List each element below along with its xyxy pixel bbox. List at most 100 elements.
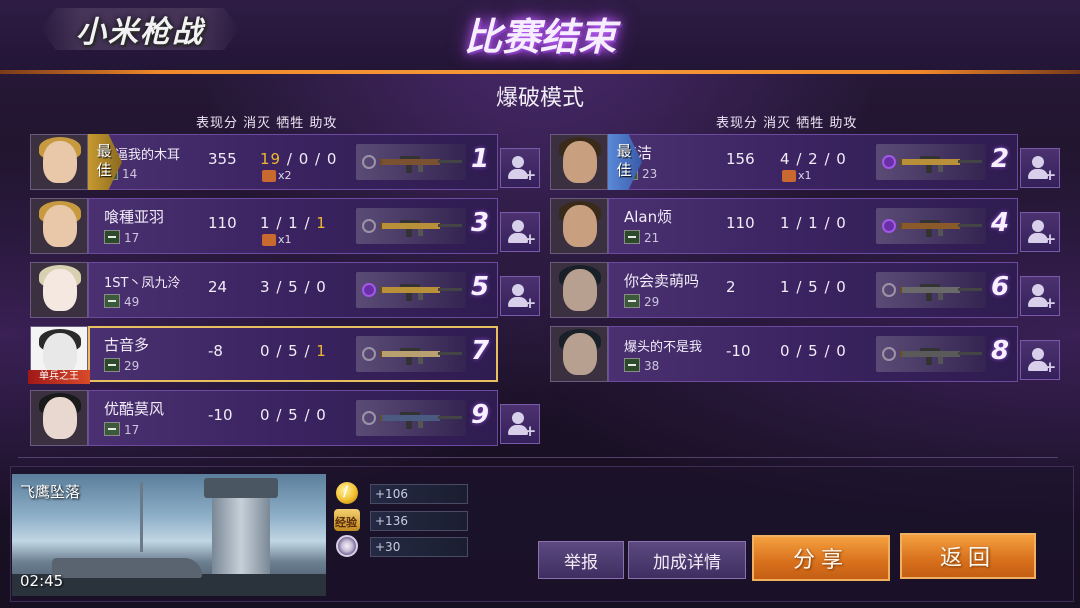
performance-score: -8 — [208, 342, 223, 360]
back-button[interactable]: 返回 — [900, 533, 1036, 579]
weapon-slot — [876, 272, 986, 308]
honor-medal-icon — [336, 535, 358, 557]
rank-position: 5 — [470, 272, 490, 302]
honor-reward-value: +30 — [370, 537, 468, 557]
rank-position: 6 — [990, 272, 1010, 302]
player-row[interactable]: 最佳 你逼我的木耳 14 355 19 / 0 / 0 x2 1 + — [30, 134, 550, 190]
add-friend-button[interactable]: + — [500, 148, 540, 188]
avatar-face — [43, 141, 77, 183]
left-column-headers: 表现分 消灭 牺牲 助攻 — [196, 116, 338, 131]
rank-badge-icon — [104, 358, 120, 372]
performance-score: 355 — [208, 150, 237, 168]
plus-icon: + — [1043, 294, 1057, 312]
performance-score: 24 — [208, 278, 228, 296]
user-icon — [1032, 348, 1044, 360]
report-button[interactable]: 举报 — [538, 541, 624, 579]
weapon-slot — [876, 336, 986, 372]
rifle-icon — [900, 284, 982, 301]
kda-stats: 19 / 0 / 0 — [260, 150, 338, 168]
plus-icon: + — [1043, 358, 1057, 376]
add-friend-button[interactable]: + — [500, 276, 540, 316]
weapon-slot — [356, 272, 466, 308]
user-icon — [512, 156, 524, 168]
rank-number: 14 — [122, 167, 138, 181]
player-avatar[interactable] — [550, 262, 608, 318]
player-name: Alan烦 — [624, 208, 673, 226]
plus-icon: + — [1043, 166, 1057, 184]
avatar-face — [43, 269, 77, 311]
rank-number: 17 — [124, 423, 140, 437]
user-icon — [512, 284, 524, 296]
player-row[interactable]: 爆头的不是我 38 -10 0 / 5 / 0 8 + — [550, 326, 1070, 382]
medal-count: x1 — [798, 169, 812, 182]
add-friend-button[interactable]: + — [500, 404, 540, 444]
player-row[interactable]: 最佳铭洁231564 / 2 / 0x12+ — [550, 134, 1070, 190]
control-tower-top — [204, 478, 278, 498]
medal-count: x2 — [278, 169, 292, 182]
user-icon — [512, 412, 524, 424]
player-avatar[interactable] — [550, 198, 608, 254]
player-row[interactable]: 古音多 29 -8 0 / 5 / 1 7 单兵之王 — [28, 326, 550, 384]
player-row[interactable]: Alan烦 21 110 1 / 1 / 0 4 + — [550, 198, 1070, 254]
rank-position: 7 — [470, 336, 490, 366]
weapon-slot — [356, 400, 466, 436]
exp-badge-icon: 经验 — [334, 509, 360, 531]
rank-number: 23 — [642, 167, 658, 181]
purple-gem-icon — [882, 219, 896, 233]
avatar-face — [563, 141, 597, 183]
rank-badge-icon — [624, 294, 640, 308]
add-friend-button[interactable]: + — [1020, 212, 1060, 252]
rank-position: 9 — [470, 400, 490, 430]
player-avatar[interactable] — [30, 198, 88, 254]
gear-icon — [882, 347, 896, 361]
player-row[interactable]: 喰種亚羽 17 110 1 / 1 / 1 x1 3 + — [30, 198, 550, 254]
avatar-face — [563, 205, 597, 247]
weapon-slot — [876, 208, 986, 244]
add-friend-button[interactable]: + — [1020, 340, 1060, 380]
performance-score: 110 — [208, 214, 237, 232]
rank-position: 2 — [990, 144, 1010, 174]
share-button[interactable]: 分享 — [752, 535, 890, 581]
player-avatar[interactable] — [30, 134, 88, 190]
rank-badge-icon — [624, 358, 640, 372]
avatar-face — [563, 269, 597, 311]
rank-number: 38 — [644, 359, 660, 373]
kda-stats: 1 / 1 / 1 — [260, 214, 327, 232]
plus-icon: + — [523, 166, 537, 184]
match-time: 02:45 — [20, 572, 64, 590]
player-row[interactable]: 1ST丶凤九泠 49 24 3 / 5 / 0 5 + — [30, 262, 550, 318]
weapon-slot — [356, 336, 466, 372]
player-row[interactable]: 你会卖萌吗 29 2 1 / 5 / 0 6 + — [550, 262, 1070, 318]
add-friend-button[interactable]: + — [1020, 148, 1060, 188]
gear-icon — [362, 347, 376, 361]
kill-medal-icon — [262, 234, 276, 246]
kda-stats: 1 / 1 / 0 — [780, 214, 847, 232]
add-friend-button[interactable]: + — [500, 212, 540, 252]
rank-number: 21 — [644, 231, 660, 245]
control-tower — [212, 484, 270, 584]
kda-stats: 3 / 5 / 0 — [260, 278, 327, 296]
rank-badge-icon — [104, 422, 120, 436]
game-logo: 小米枪战 — [40, 8, 240, 50]
section-divider — [18, 457, 1058, 458]
purple-gem-icon — [362, 283, 376, 297]
plus-icon: + — [523, 422, 537, 440]
add-friend-button[interactable]: + — [1020, 276, 1060, 316]
kill-medal-icon — [782, 170, 796, 182]
player-avatar[interactable] — [550, 326, 608, 382]
gear-icon — [362, 155, 376, 169]
kda-stats: 0 / 5 / 0 — [780, 342, 847, 360]
rifle-icon — [380, 220, 462, 237]
radio-mast — [140, 482, 143, 552]
player-avatar[interactable] — [30, 262, 88, 318]
kda-stats: 0 / 5 / 0 — [260, 406, 327, 424]
kda-stats: 4 / 2 / 0 — [780, 150, 847, 168]
player-avatar[interactable] — [550, 134, 608, 190]
player-row[interactable]: 优酷莫风 17 -10 0 / 5 / 0 9 + — [30, 390, 550, 446]
avatar-face — [43, 333, 77, 375]
gold-coin-icon: / — [336, 482, 358, 504]
bonus-details-button[interactable]: 加成详情 — [628, 541, 746, 579]
weapon-slot — [356, 208, 466, 244]
player-avatar[interactable] — [30, 390, 88, 446]
user-icon — [1032, 284, 1044, 296]
